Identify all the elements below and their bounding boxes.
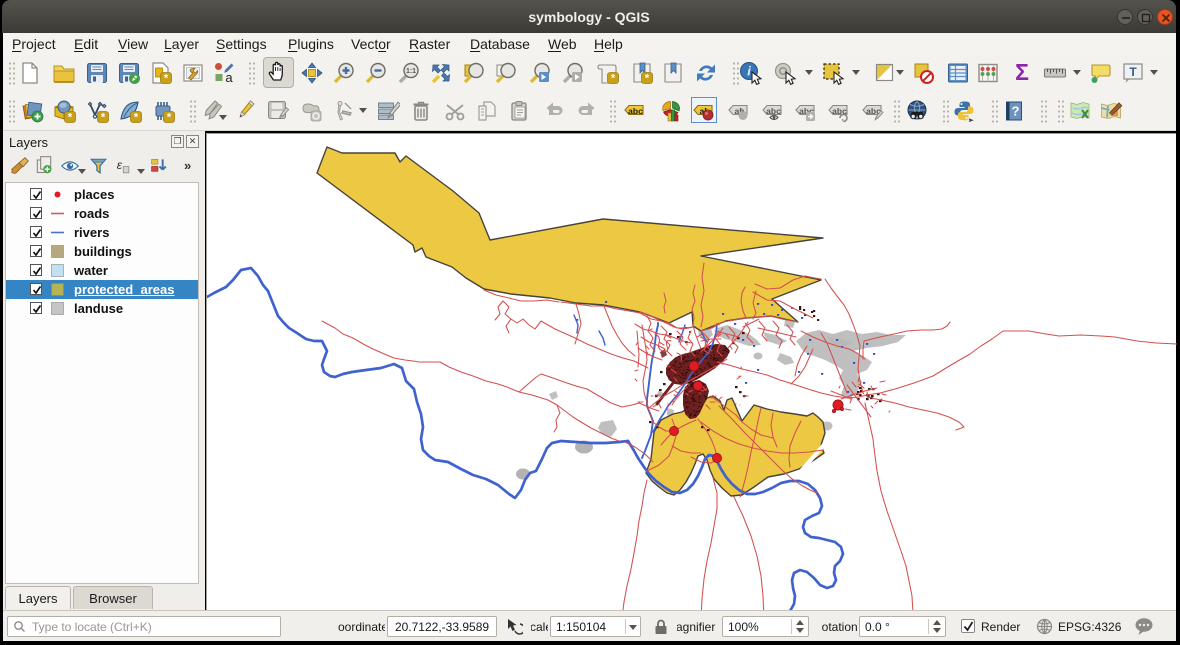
svg-text:*: * [134, 112, 139, 123]
svg-text:?: ? [1012, 104, 1020, 119]
svg-text:*: * [611, 73, 616, 85]
svg-text:*: * [101, 112, 106, 123]
svg-text:i: i [747, 64, 751, 79]
svg-text:*: * [68, 112, 73, 123]
svg-text:a: a [225, 70, 233, 85]
svg-text:*: * [164, 73, 169, 85]
svg-text:*: * [167, 112, 172, 123]
svg-text:*: * [645, 73, 650, 85]
svg-text:1:1: 1:1 [406, 68, 416, 75]
svg-text:T: T [1129, 65, 1137, 79]
svg-text:abc: abc [766, 106, 781, 116]
svg-text:ε: ε [117, 158, 123, 172]
svg-text:abc: abc [628, 106, 643, 116]
svg-text:Σ: Σ [1015, 61, 1029, 85]
